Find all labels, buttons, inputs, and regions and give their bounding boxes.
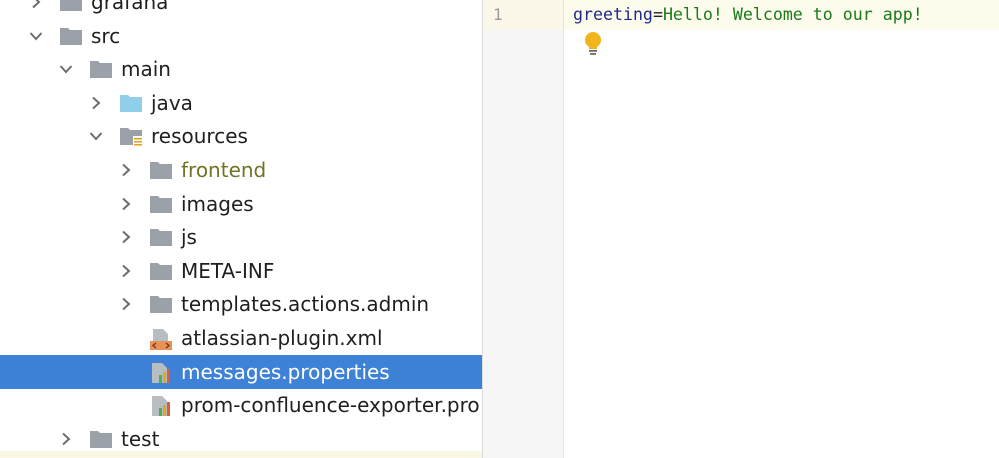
tree-item-label: templates.actions.admin xyxy=(181,292,430,317)
code-editor[interactable]: greeting=Hello! Welcome to our app! xyxy=(564,0,999,458)
folder-icon xyxy=(149,194,173,216)
resources-folder-icon xyxy=(119,126,143,149)
editor-gutter: 1 xyxy=(483,0,563,458)
folder-icon xyxy=(59,0,83,14)
tree-item-label: resources xyxy=(151,124,248,149)
chevron-right-icon[interactable] xyxy=(86,93,106,113)
tree-footer-strip xyxy=(0,451,482,458)
tree-item[interactable]: prom-confluence-exporter.pro xyxy=(0,388,482,422)
tree-item[interactable]: java xyxy=(0,86,482,120)
tree-item-label: test xyxy=(121,426,160,451)
tree-item[interactable]: resources xyxy=(0,119,482,153)
code-line[interactable]: greeting=Hello! Welcome to our app! xyxy=(573,5,923,25)
properties-file-icon xyxy=(149,395,173,417)
tree-item-label: frontend xyxy=(181,158,267,182)
lightbulb-icon[interactable] xyxy=(582,31,604,57)
tree-item[interactable]: main xyxy=(0,52,482,86)
source-folder-icon xyxy=(119,93,143,115)
tree-item-label: images xyxy=(181,191,254,216)
tree-item-label: grafana xyxy=(91,0,169,14)
tree-item[interactable]: src xyxy=(0,19,482,53)
chevron-right-icon[interactable] xyxy=(116,160,136,180)
property-separator: = xyxy=(652,5,663,24)
tree-item[interactable]: images xyxy=(0,187,482,221)
property-key: greeting xyxy=(573,5,653,24)
tree-item[interactable]: grafana xyxy=(0,0,482,19)
line-number: 1 xyxy=(493,5,503,24)
chevron-right-icon[interactable] xyxy=(56,429,76,449)
folder-icon xyxy=(59,26,83,48)
property-value: Hello! Welcome to our app! xyxy=(662,5,923,24)
tree-item-label: src xyxy=(91,23,121,48)
tree-item-label: messages.properties xyxy=(181,359,390,384)
folder-icon xyxy=(149,160,173,182)
folder-icon xyxy=(149,227,173,249)
tree-item-label: java xyxy=(151,90,193,115)
tree-item[interactable]: js xyxy=(0,220,482,254)
chevron-right-icon[interactable] xyxy=(116,227,136,247)
folder-icon xyxy=(89,59,113,81)
properties-file-icon xyxy=(149,362,173,384)
tree-item-label: atlassian-plugin.xml xyxy=(181,326,383,350)
chevron-right-icon[interactable] xyxy=(116,294,136,314)
chevron-right-icon[interactable] xyxy=(26,0,46,12)
tree-item[interactable]: META-INF xyxy=(0,254,482,288)
tree-item[interactable]: frontend xyxy=(0,153,482,187)
tree-item[interactable]: messages.properties xyxy=(0,354,482,389)
chevron-right-icon[interactable] xyxy=(116,261,136,281)
tree-item[interactable]: atlassian-plugin.xml xyxy=(0,321,482,355)
chevron-down-icon[interactable] xyxy=(86,126,106,146)
chevron-right-icon[interactable] xyxy=(116,194,136,214)
folder-icon xyxy=(89,429,113,451)
folder-icon xyxy=(149,294,173,316)
tree-item[interactable]: templates.actions.admin xyxy=(0,287,482,321)
project-tree: grafana src main java resources frontend image… xyxy=(0,0,482,458)
tree-item-label: META-INF xyxy=(181,258,275,283)
chevron-down-icon[interactable] xyxy=(26,26,46,46)
tree-item-label: prom-confluence-exporter.pro xyxy=(181,393,480,418)
chevron-down-icon[interactable] xyxy=(56,59,76,79)
folder-icon xyxy=(149,261,173,283)
tree-item-label: js xyxy=(181,225,197,250)
tree-item-label: main xyxy=(121,57,171,82)
xml-file-icon xyxy=(149,328,173,350)
